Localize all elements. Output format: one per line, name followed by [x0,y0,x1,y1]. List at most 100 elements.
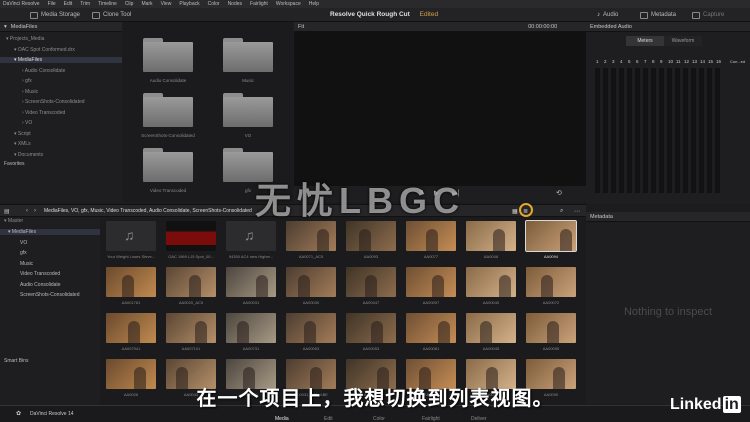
page-tab-color[interactable]: Color [373,416,385,422]
clip-thumbnail[interactable] [106,313,156,343]
clip-thumbnail[interactable] [466,267,516,297]
metadata-panel-button[interactable]: Metadata [640,10,676,20]
folder-icon[interactable] [223,38,273,72]
bin-item[interactable]: Audio Consolidate [20,282,61,288]
storage-tree-item[interactable]: ▾ MediaFiles [0,57,122,63]
combined-channel-label: Con...ed [730,59,746,64]
menu-item-trim[interactable]: Trim [80,1,90,7]
bin-item[interactable]: Video Transcoded [20,271,60,277]
clip-thumbnail[interactable] [166,267,216,297]
search-icon[interactable]: ⌕ [560,208,563,215]
media-storage-button[interactable]: Media Storage [30,10,80,20]
bin-item[interactable]: gfx [20,250,27,256]
meter-column [627,68,632,193]
audio-panel-button[interactable]: ♪ Audio [597,10,618,20]
bin-item[interactable]: VO [20,240,27,246]
menu-item-clip[interactable]: Clip [125,1,134,7]
viewer-timecode: 00:00:00:00 [528,23,558,30]
clip-thumbnail[interactable] [286,313,336,343]
clip-label: AA00081 [422,346,440,351]
clip-thumbnail[interactable]: ♫ [106,221,156,251]
clip-thumbnail[interactable] [525,220,577,252]
clip-thumbnail[interactable] [346,221,396,251]
clip-thumbnail[interactable] [166,221,216,251]
storage-tree-item[interactable]: › VO [22,120,32,126]
clip-frame-subject [304,321,316,343]
capture-button[interactable]: Capture [692,10,724,20]
clip-frame-subject [189,275,201,297]
clip-thumbnail[interactable] [166,313,216,343]
folder-body [143,42,193,72]
clip-label: AA00053 [302,346,320,351]
clip-thumbnail[interactable] [226,313,276,343]
menu-item-fairlight[interactable]: Fairlight [250,1,268,7]
clip-thumbnail[interactable] [406,221,456,251]
bin-item[interactable]: Music [20,261,33,267]
menu-item-nodes[interactable]: Nodes [228,1,242,7]
bin-item[interactable]: ▾ MediaFiles [0,229,100,235]
storage-tree-item[interactable]: ▾ OAC Spot Conformed.drx [14,47,75,53]
clip-thumbnail[interactable] [346,267,396,297]
menu-item-color[interactable]: Color [208,1,220,7]
clip-thumbnail[interactable] [226,267,276,297]
page-tab-fairlight[interactable]: Fairlight [422,416,440,422]
menu-item-davinci-resolve[interactable]: DaVinci Resolve [3,1,40,7]
storage-tree-item[interactable]: › gfx [22,78,32,84]
menu-item-help[interactable]: Help [309,1,319,7]
menu-item-mark[interactable]: Mark [141,1,152,7]
clip-thumbnail[interactable] [406,313,456,343]
clone-tool-button[interactable]: Clone Tool [92,10,131,20]
storage-tree-item[interactable]: › ScreenShots-Consolidated [22,99,85,105]
page-tab-media[interactable]: Media [275,416,289,422]
clip-thumbnail[interactable] [286,267,336,297]
storage-tree-item[interactable]: ▾ Projects_Media [6,36,44,42]
clip-thumbnail[interactable] [106,267,156,297]
clip-frame-subject [480,321,492,343]
bin-item[interactable]: ScreenShots-Consolidated [20,292,79,298]
folder-icon[interactable] [223,93,273,127]
thumbnail-view-icon[interactable]: ▦ [512,208,518,215]
back-icon[interactable]: ‹ [26,208,28,214]
clip-thumbnail[interactable] [346,313,396,343]
clip-thumbnail[interactable]: ♫ [226,221,276,251]
sidebar-toggle-icon[interactable]: ▤ [4,208,10,215]
tab-meters[interactable]: Meters [626,36,664,46]
menu-item-workspace[interactable]: Workspace [276,1,301,7]
storage-tree-item[interactable]: ▾ Script [14,131,31,137]
clip-frame-subject [432,275,444,297]
embedded-audio-header: Embedded Audio [586,22,750,32]
storage-tree-item[interactable]: › Audio Consolidate [22,68,65,74]
meter-channel-label: 6 [636,59,639,64]
page-tab-deliver[interactable]: Deliver [471,416,487,422]
tab-waveform[interactable]: Waveform [664,36,702,46]
clip-thumbnail[interactable] [526,267,576,297]
clip-thumbnail[interactable] [466,313,516,343]
storage-tree-item[interactable]: ▾ XMLs [14,141,31,147]
folder-icon[interactable] [143,93,193,127]
metadata-icon [640,11,648,19]
folder-icon[interactable] [143,38,193,72]
forward-icon[interactable]: › [34,208,36,214]
storage-tree-item[interactable]: › Music [22,89,38,95]
page-tab-edit[interactable]: Edit [324,416,333,422]
storage-tree-item[interactable]: › Video Transcoded [22,110,65,116]
clip-thumbnail[interactable] [526,313,576,343]
meter-column [715,68,720,193]
menu-item-timeline[interactable]: Timeline [98,1,117,7]
folder-icon[interactable] [143,148,193,182]
storage-tree-item[interactable]: ▾ Documents [14,152,43,158]
meter-channel-label: 15 [708,59,714,64]
clip-thumbnail[interactable] [466,221,516,251]
clip-frame-subject [493,229,505,251]
menu-item-view[interactable]: View [161,1,172,7]
loop-icon[interactable]: ⟲ [556,189,562,197]
menu-item-edit[interactable]: Edit [64,1,73,7]
capture-label: Capture [703,12,725,18]
menu-item-file[interactable]: File [48,1,56,7]
clip-thumbnail[interactable] [406,267,456,297]
clip-thumbnail[interactable] [286,221,336,251]
viewer-zoom-fit[interactable]: Fit [298,24,304,30]
master-bin[interactable]: ▾ Master [4,218,23,224]
more-options-icon[interactable]: ⋯ [574,208,580,215]
menu-item-playback[interactable]: Playback [179,1,199,7]
